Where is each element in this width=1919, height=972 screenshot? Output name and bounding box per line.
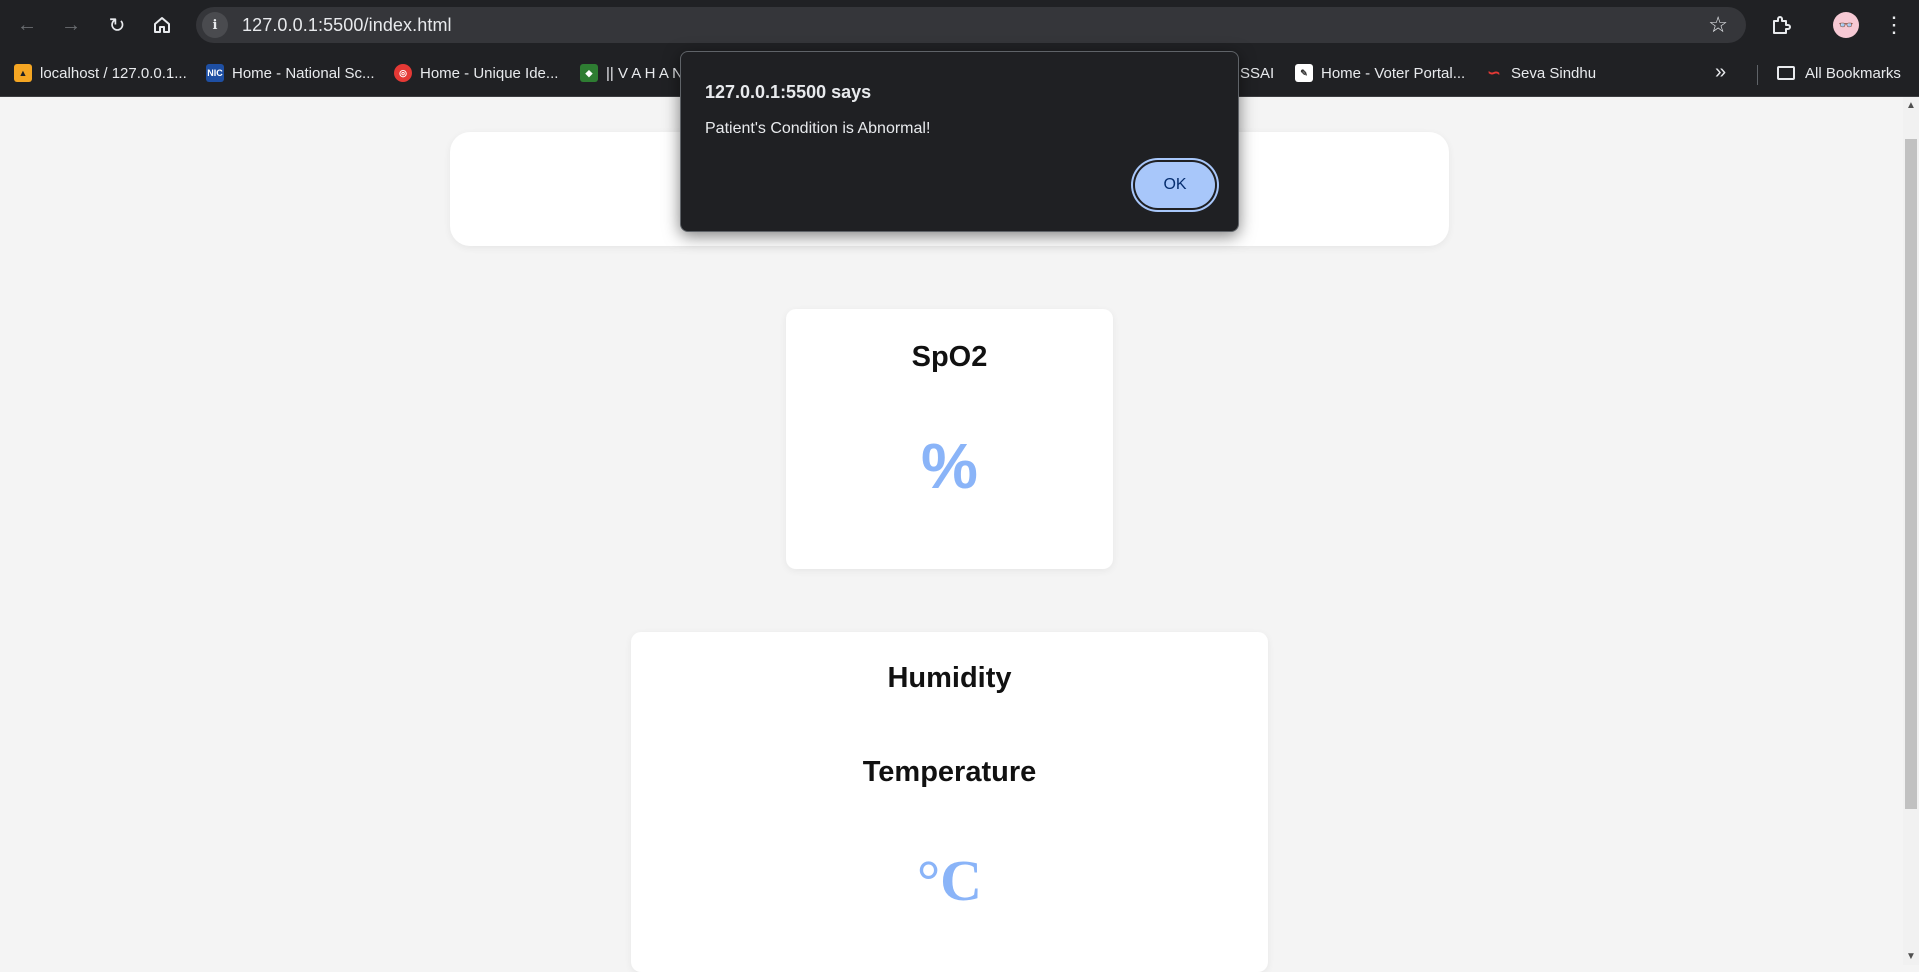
all-bookmarks-label: All Bookmarks — [1805, 64, 1901, 82]
browser-toolbar: ← → ↻ i 127.0.0.1:5500/index.html ☆ 👓 ⋮ — [0, 0, 1919, 50]
vahan-favicon: ◆ — [580, 64, 598, 82]
bookmark-star-icon[interactable]: ☆ — [1708, 12, 1728, 38]
url-text[interactable]: 127.0.0.1:5500/index.html — [242, 15, 452, 36]
bookmark-item[interactable]: ◎ Home - Unique Ide... — [394, 61, 558, 85]
alert-dialog: 127.0.0.1:5500 says Patient's Condition … — [680, 51, 1239, 232]
bookmark-label: SSAI — [1240, 64, 1275, 82]
spo2-reading: % — [921, 430, 978, 502]
arrow-right-icon: → — [61, 13, 81, 36]
back-button[interactable]: ← — [9, 7, 45, 43]
reload-button[interactable]: ↻ — [99, 7, 135, 43]
home-button[interactable] — [144, 7, 180, 43]
bookmark-label: Home - Unique Ide... — [420, 64, 559, 82]
voter-favicon: ✎ — [1295, 64, 1313, 82]
temperature-reading: °C — [916, 848, 983, 913]
bookmarks-divider — [1757, 65, 1758, 85]
more-bookmarks-chevron-icon[interactable]: » — [1715, 61, 1726, 84]
address-bar[interactable]: i 127.0.0.1:5500/index.html ☆ — [196, 7, 1746, 43]
pma-favicon: ▲ — [14, 64, 32, 82]
temperature-title: Temperature — [862, 756, 1037, 788]
bookmark-label: Home - Voter Portal... — [1321, 64, 1466, 82]
bookmark-item[interactable]: ▲ localhost / 127.0.0.1... — [14, 61, 187, 85]
bookmark-item[interactable]: SSAI — [1240, 61, 1274, 85]
all-bookmarks-button[interactable]: All Bookmarks — [1777, 61, 1901, 85]
bookmark-item[interactable]: ✎ Home - Voter Portal... — [1295, 61, 1465, 85]
dialog-title: 127.0.0.1:5500 says — [705, 82, 872, 102]
bookmark-item[interactable]: NIC Home - National Sc... — [206, 61, 375, 85]
bookmark-label: localhost / 127.0.0.1... — [40, 64, 187, 82]
scroll-thumb[interactable] — [1905, 139, 1917, 809]
menu-button[interactable]: ⋮ — [1876, 7, 1912, 43]
bookmark-item[interactable]: ∽ Seva Sindhu — [1485, 61, 1596, 85]
folder-icon — [1777, 66, 1795, 80]
bookmark-item[interactable]: ◆ || V A H A N — [580, 61, 683, 85]
spo2-title: SpO2 — [911, 341, 988, 373]
glasses-icon: 👓 — [1838, 18, 1854, 32]
scroll-down-arrow-icon[interactable]: ▼ — [1903, 948, 1919, 965]
uidai-favicon: ◎ — [394, 64, 412, 82]
home-icon — [154, 17, 170, 33]
bookmark-label: || V A H A N — [606, 64, 683, 82]
seva-favicon: ∽ — [1487, 65, 1501, 82]
humidity-title: Humidity — [887, 662, 1012, 694]
puzzle-icon — [1773, 16, 1791, 34]
extensions-button[interactable] — [1763, 7, 1799, 43]
ok-button[interactable]: OK — [1135, 162, 1215, 208]
page-scrollbar[interactable]: ▲ ▼ — [1903, 97, 1919, 965]
scroll-up-arrow-icon[interactable]: ▲ — [1903, 97, 1919, 114]
spo2-card: SpO2 % — [786, 309, 1113, 569]
forward-button[interactable]: → — [53, 7, 89, 43]
bookmark-label: Home - National Sc... — [232, 64, 375, 82]
kebab-menu-icon: ⋮ — [1883, 12, 1905, 37]
dialog-message: Patient's Condition is Abnormal! — [705, 120, 931, 137]
arrow-left-icon: ← — [17, 13, 37, 36]
nic-favicon: NIC — [206, 64, 224, 82]
reload-icon: ↻ — [108, 14, 126, 37]
environment-card: Humidity Temperature °C — [631, 632, 1268, 972]
profile-avatar[interactable]: 👓 — [1833, 12, 1859, 38]
site-info-icon[interactable]: i — [202, 12, 228, 38]
bookmark-label: Seva Sindhu — [1511, 64, 1597, 82]
